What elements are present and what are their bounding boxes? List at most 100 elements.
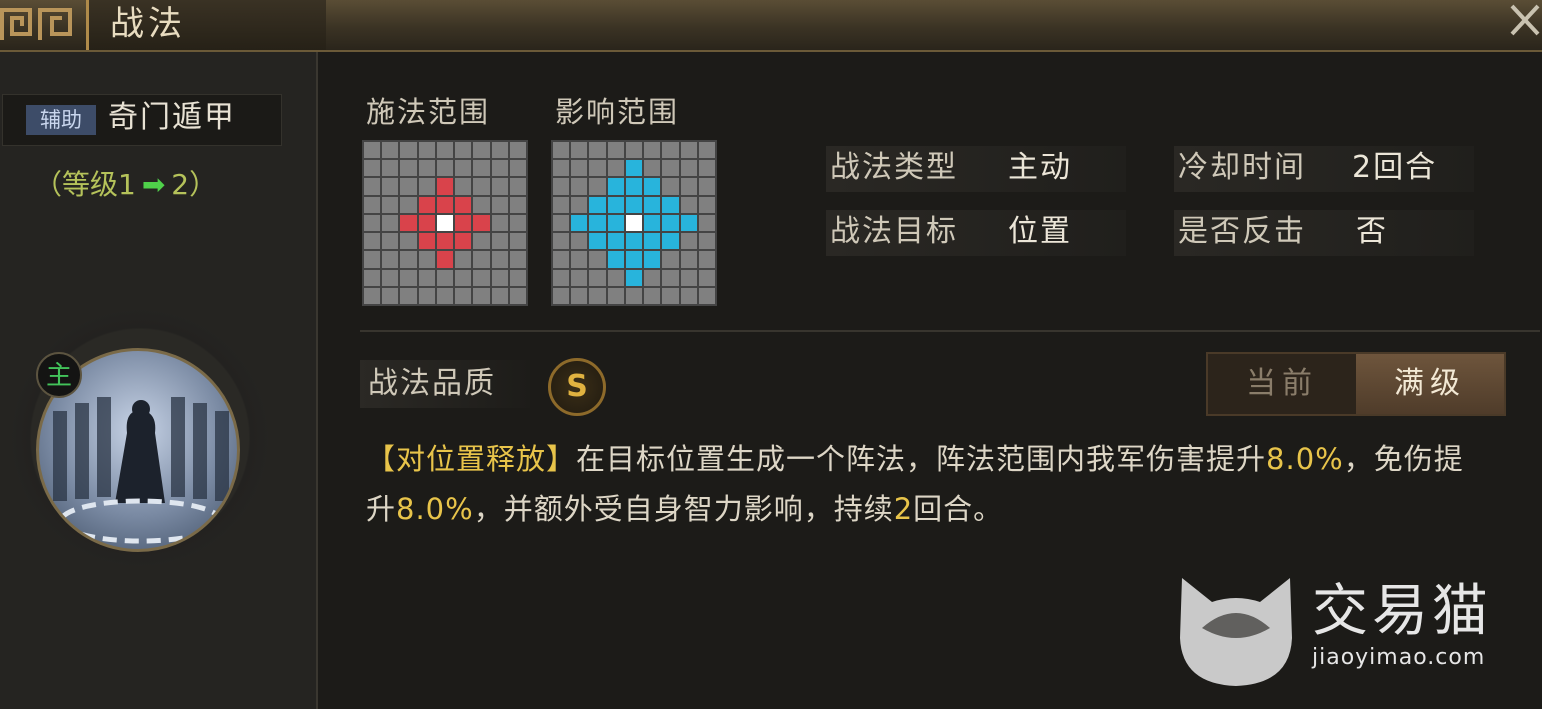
- duration-value: 2: [893, 492, 914, 526]
- grid-cell: [400, 160, 417, 177]
- grid-cell-in-range: [418, 196, 435, 213]
- grid-cell-in-range: [400, 214, 417, 232]
- grid-cell: [491, 269, 508, 286]
- watermark-brand: 交易猫: [1312, 579, 1492, 644]
- grid-cell: [553, 287, 570, 304]
- grid-cell: [364, 269, 381, 286]
- level-to: 2）: [171, 168, 218, 201]
- grid-cell-in-range: [455, 233, 472, 250]
- grid-cell-in-range: [625, 196, 643, 213]
- grid-cell-in-range: [625, 269, 643, 286]
- skill-description: 【对位置释放】在目标位置生成一个阵法，阵法范围内我军伤害提升8.0%，免伤提升8…: [366, 434, 1476, 534]
- grid-cell: [400, 178, 417, 195]
- grid-cell: [680, 178, 697, 195]
- grid-cell: [698, 269, 715, 286]
- grid-cell-in-range: [607, 196, 624, 213]
- grid-cell: [473, 178, 490, 195]
- grid-cell: [589, 269, 606, 286]
- grid-cell-in-range: [436, 251, 454, 268]
- grid-cell: [698, 214, 715, 232]
- grid-cell: [382, 142, 399, 159]
- grid-cell: [364, 196, 381, 213]
- grid-cell: [509, 214, 526, 232]
- close-icon[interactable]: [1500, 0, 1542, 42]
- grid-cell: [491, 142, 508, 159]
- grid-cell: [644, 160, 661, 177]
- grid-cell: [473, 233, 490, 250]
- grid-cell: [553, 196, 570, 213]
- max-level-button[interactable]: 满级: [1356, 354, 1504, 414]
- grid-cell: [509, 233, 526, 250]
- effect-range-label: 影响范围: [555, 95, 680, 129]
- grid-cell: [644, 287, 661, 304]
- grid-cell: [571, 160, 588, 177]
- grid-cell: [553, 269, 570, 286]
- skill-name: 奇门遁甲: [108, 100, 236, 135]
- grid-cell: [680, 160, 697, 177]
- grid-cell-in-range: [473, 214, 490, 232]
- grid-cell: [509, 196, 526, 213]
- grid-cell-in-range: [644, 196, 661, 213]
- grid-cell: [571, 287, 588, 304]
- grid-cell: [589, 142, 606, 159]
- target-tag: 【对位置释放】: [366, 442, 577, 476]
- grid-cell: [607, 142, 624, 159]
- grid-cell: [553, 160, 570, 177]
- grid-cell: [662, 251, 679, 268]
- grid-cell: [382, 214, 399, 232]
- grid-cell: [607, 160, 624, 177]
- grid-cell-in-range: [418, 233, 435, 250]
- grid-cell: [382, 160, 399, 177]
- grid-cell: [455, 142, 472, 159]
- cooldown-value: 2回合: [1352, 150, 1438, 185]
- grid-cell: [473, 142, 490, 159]
- grid-cell: [662, 269, 679, 286]
- grid-cell: [491, 233, 508, 250]
- grid-cell: [680, 233, 697, 250]
- grid-cell: [589, 160, 606, 177]
- grid-cell: [698, 251, 715, 268]
- fret-ornament-icon: [0, 8, 72, 40]
- grid-cell: [491, 178, 508, 195]
- grid-cell: [553, 233, 570, 250]
- grid-cell: [644, 269, 661, 286]
- grid-cell: [553, 142, 570, 159]
- grid-cell-in-range: [625, 178, 643, 195]
- grid-cell: [607, 287, 624, 304]
- current-level-button[interactable]: 当前: [1208, 354, 1356, 414]
- grid-cell-center: [436, 214, 454, 232]
- grid-cell-in-range: [662, 196, 679, 213]
- grid-cell: [418, 142, 435, 159]
- grid-cell: [698, 233, 715, 250]
- grid-cell: [418, 178, 435, 195]
- grid-cell: [644, 142, 661, 159]
- grid-cell: [400, 196, 417, 213]
- grid-cell: [473, 287, 490, 304]
- grid-cell-in-range: [662, 214, 679, 232]
- grid-cell-in-range: [571, 214, 588, 232]
- grid-cell-in-range: [436, 233, 454, 250]
- grid-cell: [509, 251, 526, 268]
- grid-cell: [382, 178, 399, 195]
- grid-cell: [455, 269, 472, 286]
- arrow-right-icon: ➡: [141, 168, 166, 201]
- grid-cell: [698, 178, 715, 195]
- grid-cell: [589, 287, 606, 304]
- cast-range-label: 施法范围: [366, 95, 491, 129]
- grid-cell-in-range: [644, 214, 661, 232]
- grid-cell-in-range: [607, 214, 624, 232]
- grid-cell: [698, 142, 715, 159]
- grid-cell-in-range: [625, 160, 643, 177]
- commander-badge: 主: [36, 352, 82, 398]
- grid-cell: [662, 160, 679, 177]
- effect-range-grid: [551, 140, 717, 306]
- grid-cell: [455, 178, 472, 195]
- grid-cell: [436, 160, 454, 177]
- level-from: （等级1: [34, 168, 136, 201]
- grid-cell: [364, 287, 381, 304]
- grid-cell: [400, 142, 417, 159]
- grid-cell: [607, 269, 624, 286]
- grid-cell: [436, 287, 454, 304]
- grid-cell: [455, 287, 472, 304]
- grid-cell-in-range: [644, 233, 661, 250]
